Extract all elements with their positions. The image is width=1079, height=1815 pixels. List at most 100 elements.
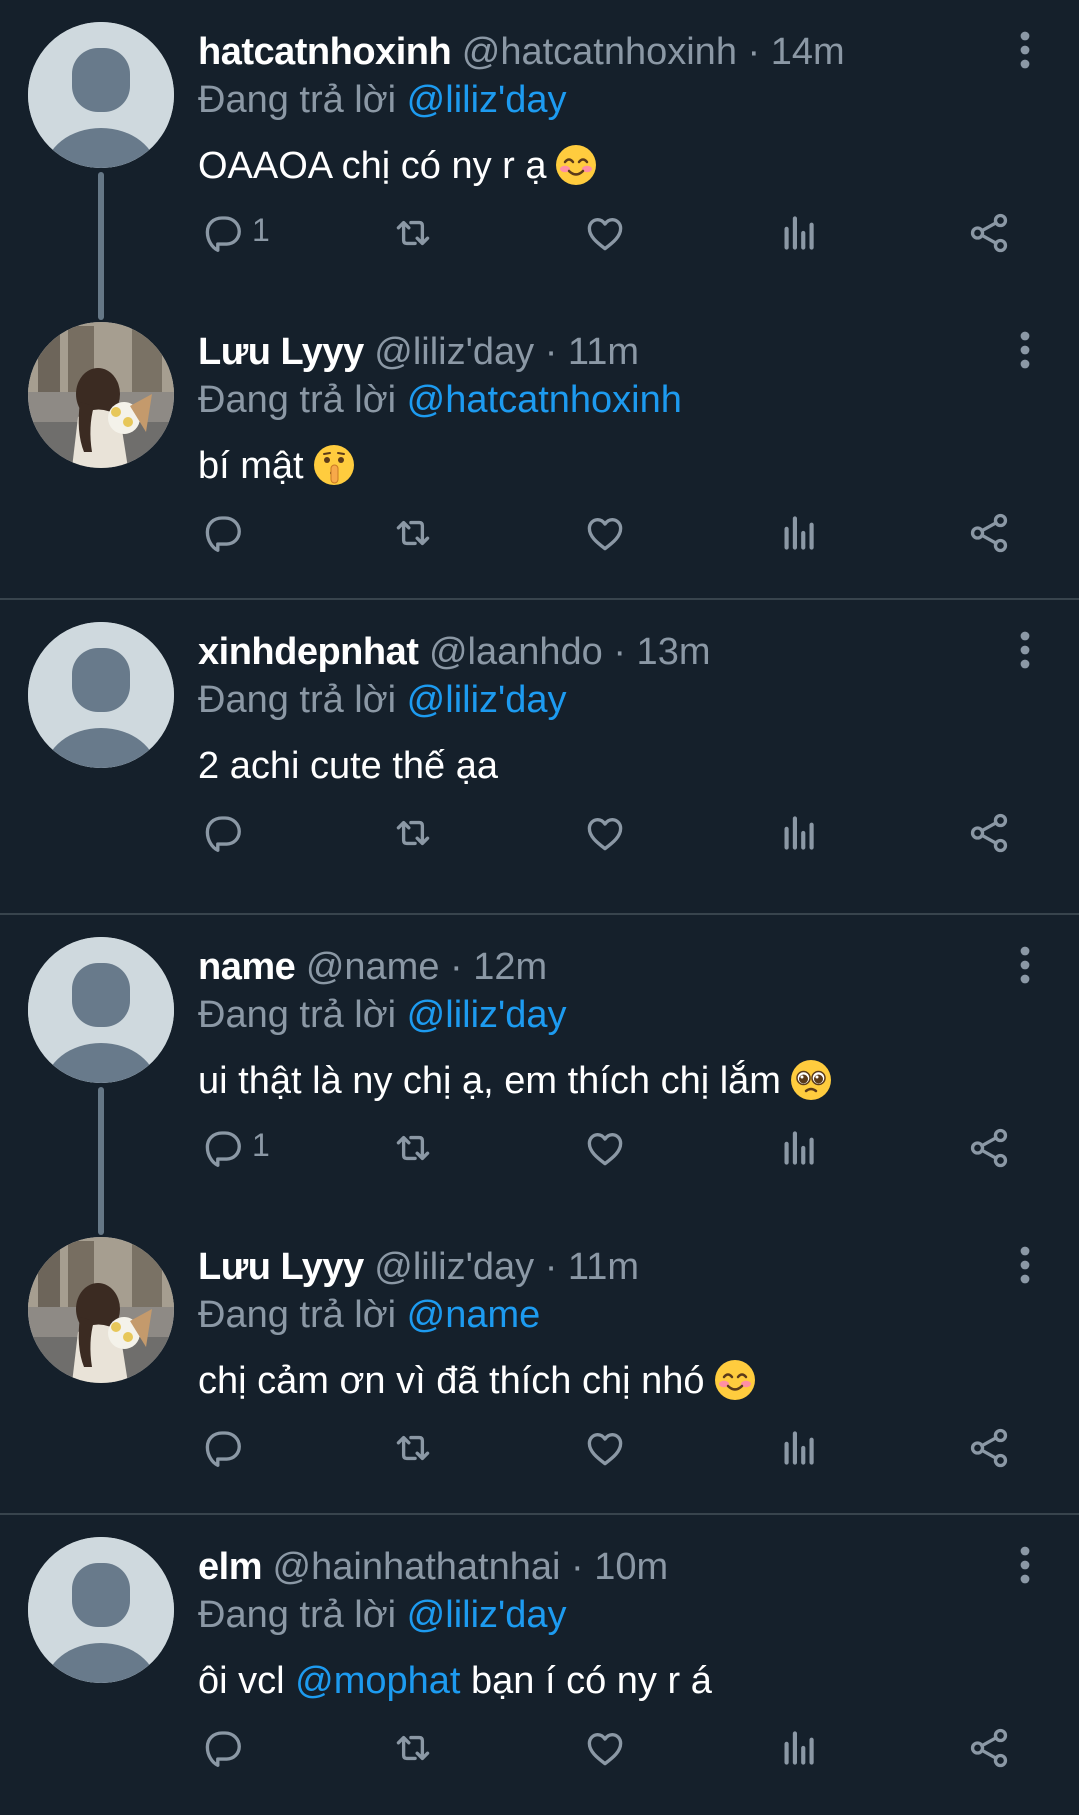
like-button[interactable] (580, 1723, 630, 1773)
tweet-header: elm @hainhathatnhai · 10m (198, 1543, 959, 1591)
reply-to-mention[interactable]: @hatcatnhoxinh (407, 379, 682, 421)
views-button[interactable] (772, 208, 822, 258)
reply-icon (198, 1123, 248, 1173)
share-button[interactable] (964, 808, 1014, 858)
retweet-button[interactable] (388, 808, 438, 858)
share-button[interactable] (964, 208, 1014, 258)
views-icon (772, 1423, 822, 1473)
views-icon (772, 808, 822, 858)
reply-icon (198, 208, 248, 258)
display-name[interactable]: xinhdepnhat (198, 631, 419, 673)
handle[interactable]: @hainhathatnhai (273, 1546, 561, 1588)
reply-button[interactable]: 1 (198, 208, 270, 258)
share-icon (964, 508, 1014, 558)
views-icon (772, 1723, 822, 1773)
avatar[interactable] (28, 322, 174, 468)
tweet-text-content: OAAOA chị có ny r ạ (198, 145, 547, 187)
timestamp[interactable]: · 11m (545, 1246, 639, 1288)
like-icon (580, 1723, 630, 1773)
display-name[interactable]: elm (198, 1546, 262, 1588)
tweet-text: chị cảm ơn vì đã thích chị nhó (198, 1357, 757, 1405)
timestamp[interactable]: · 11m (545, 331, 639, 373)
more-icon[interactable] (1013, 30, 1037, 70)
handle[interactable]: @hatcatnhoxinh (462, 31, 737, 73)
share-button[interactable] (964, 1123, 1014, 1173)
timestamp[interactable]: · 12m (450, 946, 547, 988)
reply-button[interactable] (198, 1423, 248, 1473)
avatar[interactable] (28, 622, 174, 768)
tweet-header: xinhdepnhat @laanhdo · 13m (198, 628, 959, 676)
more-icon[interactable] (1013, 330, 1037, 370)
reply-icon (198, 1723, 248, 1773)
reply-button[interactable] (198, 808, 248, 858)
reply-to-mention[interactable]: @liliz'day (407, 994, 567, 1036)
tweet: hatcatnhoxinh @hatcatnhoxinh · 14m Đang t… (0, 0, 1079, 320)
like-button[interactable] (580, 1423, 630, 1473)
retweet-icon (388, 1423, 438, 1473)
views-button[interactable] (772, 1423, 822, 1473)
action-bar: 1 (0, 1123, 1079, 1183)
views-button[interactable] (772, 508, 822, 558)
retweet-button[interactable] (388, 1123, 438, 1173)
retweet-icon (388, 208, 438, 258)
tweet-text-content: ôi vcl (198, 1660, 296, 1702)
reply-icon (198, 808, 248, 858)
more-icon[interactable] (1013, 630, 1037, 670)
share-button[interactable] (964, 1723, 1014, 1773)
like-button[interactable] (580, 1123, 630, 1173)
replying-to-label: Đang trả lời (198, 1294, 397, 1336)
more-icon[interactable] (1013, 1545, 1037, 1585)
display-name[interactable]: hatcatnhoxinh (198, 31, 452, 73)
reply-button[interactable] (198, 1723, 248, 1773)
retweet-icon (388, 1723, 438, 1773)
views-button[interactable] (772, 1123, 822, 1173)
handle[interactable]: @liliz'day (374, 331, 534, 373)
display-name[interactable]: name (198, 946, 296, 988)
retweet-button[interactable] (388, 508, 438, 558)
more-icon[interactable] (1013, 945, 1037, 985)
like-icon (580, 208, 630, 258)
tweet-text-content: bí mật (198, 445, 304, 487)
retweet-button[interactable] (388, 208, 438, 258)
handle[interactable]: @liliz'day (374, 1246, 534, 1288)
views-icon (772, 508, 822, 558)
like-button[interactable] (580, 208, 630, 258)
reply-count: 1 (252, 1127, 270, 1163)
timestamp[interactable]: · 10m (571, 1546, 668, 1588)
action-bar (0, 1423, 1079, 1483)
timestamp[interactable]: · 13m (613, 631, 710, 673)
more-icon[interactable] (1013, 1245, 1037, 1285)
retweet-button[interactable] (388, 1423, 438, 1473)
replying-to: Đang trả lời @liliz'day (198, 991, 567, 1039)
avatar[interactable] (28, 1237, 174, 1383)
retweet-button[interactable] (388, 1723, 438, 1773)
views-icon (772, 208, 822, 258)
replying-to-label: Đang trả lời (198, 79, 397, 121)
action-bar (0, 508, 1079, 568)
reply-to-mention[interactable]: @liliz'day (407, 79, 567, 121)
handle[interactable]: @laanhdo (429, 631, 603, 673)
tweet-text: bí mật (198, 442, 356, 490)
avatar[interactable] (28, 937, 174, 1083)
text-mention[interactable]: @mophat (295, 1660, 460, 1702)
reply-button[interactable]: 1 (198, 1123, 270, 1173)
share-button[interactable] (964, 508, 1014, 558)
timestamp[interactable]: · 14m (748, 31, 845, 73)
like-button[interactable] (580, 508, 630, 558)
views-button[interactable] (772, 1723, 822, 1773)
reply-button[interactable] (198, 508, 248, 558)
display-name[interactable]: Lưu Lyyy (198, 331, 364, 373)
handle[interactable]: @name (306, 946, 440, 988)
tweet-text-after: bạn í có ny r á (460, 1660, 712, 1702)
reply-to-mention[interactable]: @name (407, 1294, 541, 1336)
share-button[interactable] (964, 1423, 1014, 1473)
avatar[interactable] (28, 1537, 174, 1683)
like-button[interactable] (580, 808, 630, 858)
views-button[interactable] (772, 808, 822, 858)
replying-to: Đang trả lời @liliz'day (198, 1591, 567, 1639)
tweet-text: ôi vcl @mophat bạn í có ny r á (198, 1657, 712, 1705)
avatar[interactable] (28, 22, 174, 168)
display-name[interactable]: Lưu Lyyy (198, 1246, 364, 1288)
reply-to-mention[interactable]: @liliz'day (407, 679, 567, 721)
reply-to-mention[interactable]: @liliz'day (407, 1594, 567, 1636)
